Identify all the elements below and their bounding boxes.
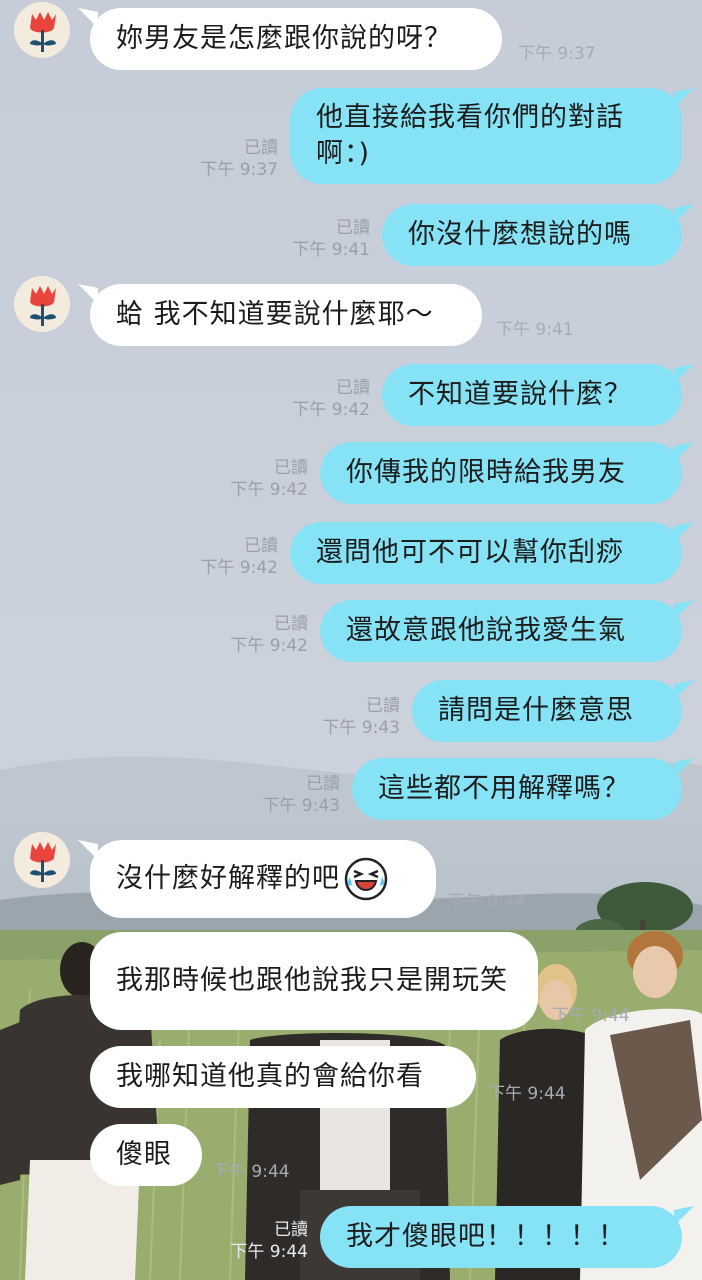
incoming-message-bubble[interactable]: 蛤 我不知道要說什麼耶～ <box>90 284 482 346</box>
incoming-message-bubble[interactable]: 我那時候也跟他說我只是開玩笑 <box>90 932 538 1030</box>
outgoing-message-bubble[interactable]: 不知道要說什麼？ <box>382 364 682 426</box>
red-tulip-avatar-icon <box>30 12 56 52</box>
red-tulip-avatar-icon <box>30 842 56 882</box>
read-receipt: 已讀 <box>336 378 370 398</box>
bubble-tail <box>674 364 694 384</box>
contact-avatar[interactable] <box>14 2 70 58</box>
contact-avatar[interactable] <box>14 832 70 888</box>
message-text: 沒什麼好解釋的吧 <box>116 863 340 894</box>
message-text: 他直接給我看你們的對話啊：) <box>316 102 624 169</box>
message-timestamp: 下午 9:43 <box>262 796 340 816</box>
message-timestamp: 下午 9:44 <box>230 1242 308 1262</box>
read-receipt: 已讀 <box>244 536 278 556</box>
message-text: 這些都不用解釋嗎？ <box>378 773 630 804</box>
bubble-tail <box>674 442 694 462</box>
read-receipt: 已讀 <box>274 458 308 478</box>
bubble-tail <box>78 840 98 860</box>
message-timestamp: 下午 9:37 <box>200 160 278 180</box>
message-text: 不知道要說什麼？ <box>408 379 632 410</box>
message-text: 請問是什麼意思 <box>438 695 634 726</box>
outgoing-message-bubble[interactable]: 請問是什麼意思 <box>412 680 682 742</box>
outgoing-message-bubble[interactable]: 我才傻眼吧！！！！！ <box>320 1206 682 1268</box>
outgoing-message-bubble[interactable]: 這些都不用解釋嗎？ <box>352 758 682 820</box>
message-timestamp: 下午 9:44 <box>448 892 526 912</box>
message-timestamp: 下午 9:42 <box>200 558 278 578</box>
message-text: 你傳我的限時給我男友 <box>346 457 626 488</box>
bubble-tail <box>674 88 694 108</box>
message-text: 我那時候也跟他說我只是開玩笑 <box>116 965 508 996</box>
read-receipt: 已讀 <box>274 1220 308 1240</box>
message-timestamp: 下午 9:42 <box>230 480 308 500</box>
message-timestamp: 下午 9:41 <box>292 240 370 260</box>
read-receipt: 已讀 <box>306 774 340 794</box>
incoming-message-bubble[interactable]: 妳男友是怎麼跟你說的呀？ <box>90 8 502 70</box>
read-receipt: 已讀 <box>244 138 278 158</box>
message-timestamp: 下午 9:42 <box>292 400 370 420</box>
bubble-tail <box>674 758 694 778</box>
message-timestamp: 下午 9:42 <box>230 636 308 656</box>
message-text: 傻眼 <box>116 1139 172 1170</box>
bubble-tail <box>674 600 694 620</box>
message-timestamp: 下午 9:41 <box>496 320 574 340</box>
read-receipt: 已讀 <box>274 614 308 634</box>
outgoing-message-bubble[interactable]: 還問他可不可以幫你刮痧 <box>290 522 682 584</box>
message-text: 我才傻眼吧！！！！！ <box>346 1221 626 1252</box>
outgoing-message-bubble[interactable]: 他直接給我看你們的對話啊：) <box>290 88 682 184</box>
message-text: 妳男友是怎麼跟你說的呀？ <box>116 23 452 54</box>
bubble-tail <box>78 284 98 304</box>
message-text: 你沒什麼想說的嗎 <box>408 219 632 250</box>
bubble-tail <box>674 1206 694 1226</box>
message-timestamp: 下午 9:44 <box>488 1084 566 1104</box>
bubble-tail <box>674 522 694 542</box>
outgoing-message-bubble[interactable]: 你傳我的限時給我男友 <box>320 442 682 504</box>
message-text: 還問他可不可以幫你刮痧 <box>316 537 624 568</box>
contact-avatar[interactable] <box>14 276 70 332</box>
message-timestamp: 下午 9:37 <box>518 44 596 64</box>
message-text: 蛤 我不知道要說什麼耶～ <box>116 299 434 330</box>
message-text: 我哪知道他真的會給你看 <box>116 1061 424 1092</box>
bubble-tail <box>674 680 694 700</box>
incoming-message-bubble[interactable]: 傻眼 <box>90 1124 202 1186</box>
red-tulip-avatar-icon <box>30 286 56 326</box>
outgoing-message-bubble[interactable]: 你沒什麼想說的嗎 <box>382 204 682 266</box>
read-receipt: 已讀 <box>336 218 370 238</box>
outgoing-message-bubble[interactable]: 還故意跟他說我愛生氣 <box>320 600 682 662</box>
message-timestamp: 下午 9:44 <box>552 1006 630 1026</box>
incoming-message-bubble[interactable]: 沒什麼好解釋的吧 <box>90 840 436 918</box>
incoming-message-bubble[interactable]: 我哪知道他真的會給你看 <box>90 1046 476 1108</box>
crying-laughing-sticker-icon <box>344 857 388 901</box>
bubble-tail <box>674 204 694 224</box>
message-timestamp: 下午 9:44 <box>212 1162 290 1182</box>
read-receipt: 已讀 <box>366 696 400 716</box>
bubble-tail <box>78 8 98 28</box>
message-timestamp: 下午 9:43 <box>322 718 400 738</box>
message-text: 還故意跟他說我愛生氣 <box>346 615 626 646</box>
